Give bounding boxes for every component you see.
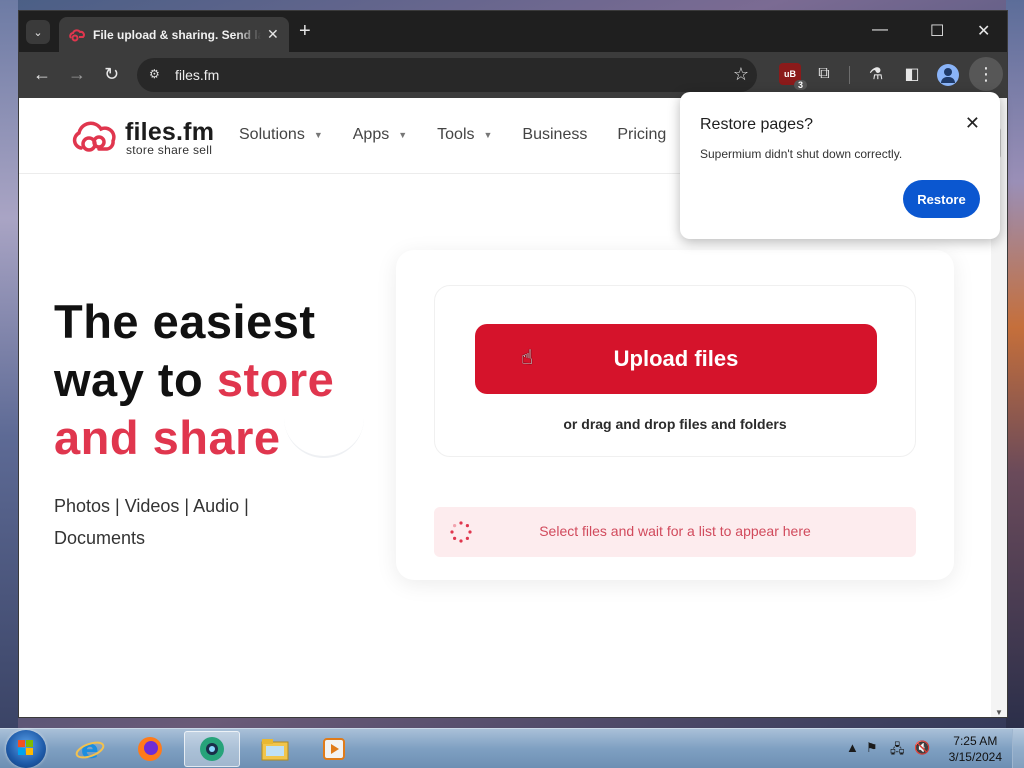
- tab-title: File upload & sharing. Send large files: [93, 27, 261, 42]
- desktop-wallpaper-right: [1006, 0, 1024, 728]
- tab-search-button[interactable]: ⌄: [26, 20, 50, 44]
- restore-pages-dialog: Restore pages? ✕ Supermium didn't shut d…: [680, 92, 1000, 239]
- nav-item-label: Business: [522, 126, 588, 143]
- file-list-placeholder: Select files and wait for a list to appe…: [434, 507, 916, 557]
- close-icon[interactable]: ✕: [267, 26, 279, 43]
- reload-icon[interactable]: ↻: [104, 64, 119, 84]
- extension-badge: 3: [793, 80, 807, 90]
- show-desktop-button[interactable]: [1012, 729, 1024, 768]
- hero-line-2: way to store: [54, 351, 334, 409]
- upload-card: Upload files or drag and drop files and …: [396, 250, 954, 580]
- desktop-wallpaper-left: [0, 0, 18, 728]
- scroll-down-arrow-icon[interactable]: ▼: [995, 708, 1003, 717]
- drop-zone[interactable]: Upload files or drag and drop files and …: [434, 285, 916, 457]
- volume-muted-icon[interactable]: 🔇: [914, 740, 930, 756]
- new-tab-button[interactable]: +: [299, 21, 311, 41]
- clock-time: 7:25 AM: [953, 734, 998, 748]
- nav-item-label: Apps: [352, 126, 390, 143]
- svg-text:e: e: [81, 735, 99, 764]
- tab-files-fm[interactable]: File upload & sharing. Send large files …: [59, 17, 289, 52]
- ublock-extension-icon[interactable]: uB 3: [779, 63, 807, 90]
- network-icon[interactable]: 🖧: [890, 740, 905, 762]
- system-clock[interactable]: 7:25 AM 3/15/2024: [949, 733, 1002, 765]
- firefox-icon[interactable]: [122, 731, 178, 767]
- hero-subtitle: Photos | Videos | Audio | Documents: [54, 490, 344, 554]
- kebab-menu-icon[interactable]: ⋮: [969, 57, 1003, 91]
- clock-date: 3/15/2024: [948, 750, 1002, 764]
- toolbar-separator: [849, 66, 850, 84]
- windows-taskbar: e ▲ ⚑ 🖧 🔇 7:25 AM 3/15/2024: [0, 728, 1024, 768]
- chevron-down-icon: ⌄: [33, 26, 43, 39]
- back-arrow-icon[interactable]: ←: [33, 64, 51, 84]
- dialog-message: Supermium didn't shut down correctly.: [700, 147, 903, 161]
- nav-item-business[interactable]: Business: [522, 126, 587, 144]
- cloud-logo-icon: [72, 121, 116, 152]
- profile-avatar-icon[interactable]: [937, 64, 959, 86]
- window-close-button[interactable]: ✕: [977, 21, 990, 41]
- url-text[interactable]: files.fm: [175, 67, 219, 83]
- files-fm-favicon-icon: [69, 27, 85, 43]
- media-player-icon[interactable]: [307, 731, 363, 767]
- action-center-flag-icon[interactable]: ⚑: [866, 740, 878, 756]
- file-explorer-icon[interactable]: [247, 731, 303, 767]
- hero-subtitle-line-2: Documents: [54, 528, 146, 548]
- nav-item-label: Solutions: [239, 126, 305, 143]
- close-icon[interactable]: ✕: [965, 113, 980, 134]
- ie-icon[interactable]: e: [62, 731, 118, 767]
- side-panel-icon[interactable]: ◧: [901, 63, 923, 85]
- nav-item-tools[interactable]: Tools ▼: [437, 126, 492, 144]
- files-fm-logo[interactable]: files.fm store share sell: [71, 118, 231, 158]
- browser-icon[interactable]: [184, 731, 240, 767]
- caret-down-icon: ▼: [483, 130, 493, 140]
- windows-logo-icon: [18, 740, 34, 756]
- main-nav: Solutions ▼ Apps ▼ Tools ▼ Business Pric…: [239, 126, 666, 144]
- extensions-puzzle-icon[interactable]: ⧉: [813, 63, 835, 85]
- hero-line-1: The easiest: [54, 295, 316, 348]
- tab-bar: ⌄ File upload & sharing. Send large file…: [19, 11, 1007, 52]
- bookmark-star-icon[interactable]: ☆: [733, 64, 749, 85]
- dialog-title: Restore pages?: [700, 116, 813, 133]
- drag-drop-hint: or drag and drop files and folders: [563, 416, 787, 432]
- maximize-button[interactable]: ☐: [930, 21, 944, 41]
- hand-cursor-icon: ☝: [521, 347, 534, 369]
- show-hidden-icons-icon[interactable]: ▲: [846, 740, 859, 755]
- hero-line-2-plain: way to: [54, 353, 217, 406]
- site-info-icon[interactable]: ⚙: [149, 67, 165, 83]
- nav-item-apps[interactable]: Apps ▼: [353, 126, 407, 144]
- nav-item-solutions[interactable]: Solutions ▼: [239, 126, 323, 144]
- file-list-placeholder-text: Select files and wait for a list to appe…: [539, 523, 811, 539]
- forward-arrow-icon[interactable]: →: [68, 64, 86, 84]
- minimize-button[interactable]: —: [872, 21, 888, 39]
- nav-item-label: Tools: [437, 126, 475, 143]
- upload-files-button[interactable]: Upload files: [475, 324, 877, 394]
- caret-down-icon: ▼: [398, 130, 408, 140]
- start-button[interactable]: [6, 730, 46, 768]
- restore-button[interactable]: Restore: [903, 180, 980, 218]
- nav-item-pricing[interactable]: Pricing: [617, 126, 666, 144]
- caret-down-icon: ▼: [313, 130, 323, 140]
- address-bar[interactable]: ⚙ files.fm ☆: [137, 58, 757, 92]
- hero-accent-store: store: [216, 353, 335, 406]
- logo-tagline: store share sell: [126, 143, 213, 157]
- hero-subtitle-line-1: Photos | Videos | Audio |: [54, 496, 249, 516]
- nav-item-label: Pricing: [617, 126, 667, 143]
- labs-flask-icon[interactable]: ⚗: [865, 63, 887, 85]
